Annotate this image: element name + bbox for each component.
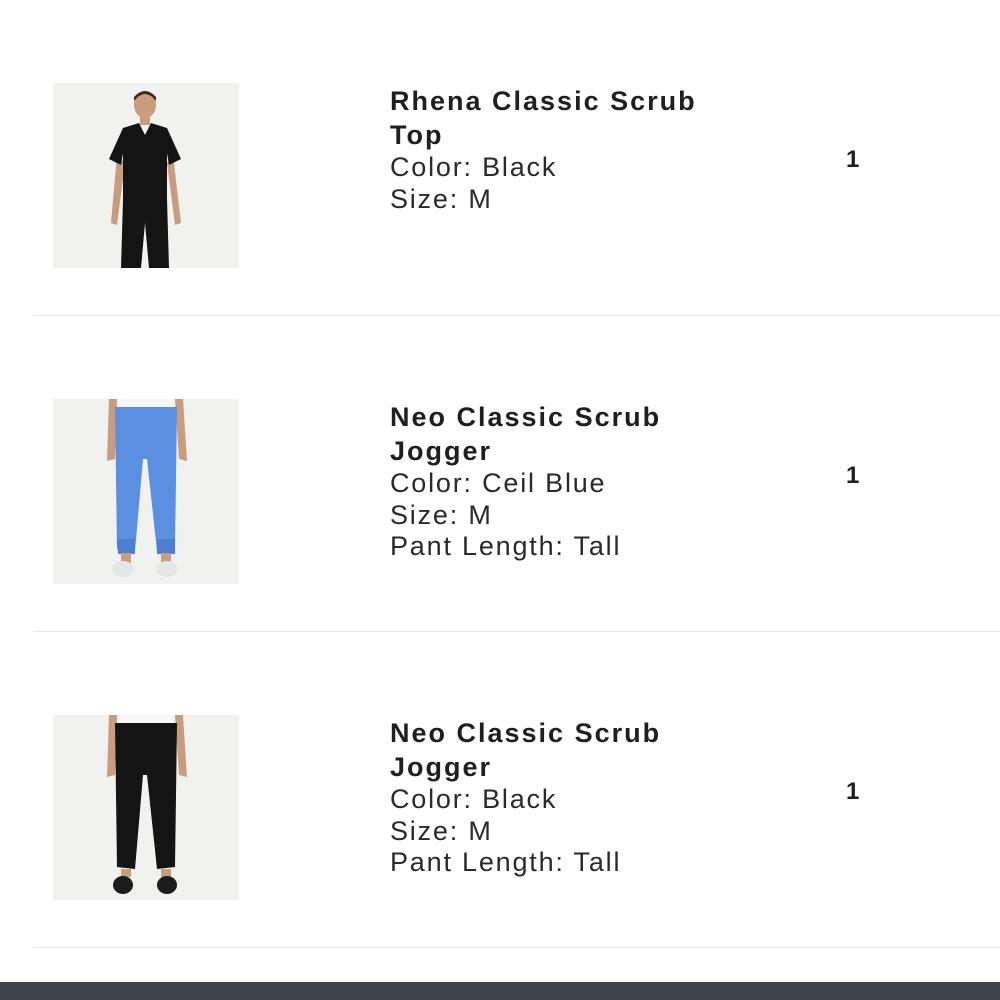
product-image-scrub-top[interactable] <box>53 83 239 268</box>
cart-line-item: Neo Classic Scrub Jogger Color: Ceil Blu… <box>0 316 1000 632</box>
product-size: Size: M <box>390 499 493 530</box>
product-pant-length: Pant Length: Tall <box>390 847 622 877</box>
product-color: Color: Black <box>390 784 558 814</box>
footer-bar <box>0 982 1000 1000</box>
product-image-jogger-black[interactable] <box>53 715 239 900</box>
product-details: Neo Classic Scrub Jogger Color: Ceil Blu… <box>390 400 790 563</box>
product-quantity: 1 <box>846 462 860 489</box>
product-color: Color: Ceil Blue <box>390 468 607 498</box>
cart-items-page: Rhena Classic Scrub Top Color: Black Siz… <box>0 0 1000 1000</box>
product-name[interactable]: Neo Classic Scrub Jogger <box>390 400 750 468</box>
jogger-blue-photo-icon <box>53 399 239 584</box>
scrub-top-photo-icon <box>53 83 239 268</box>
product-quantity: 1 <box>846 146 860 173</box>
product-details: Neo Classic Scrub Jogger Color: Black Si… <box>390 716 790 879</box>
product-color: Color: Black <box>390 152 558 182</box>
divider <box>33 947 1000 948</box>
product-name[interactable]: Rhena Classic Scrub Top <box>390 84 750 152</box>
product-quantity: 1 <box>846 778 860 805</box>
cart-line-item: Rhena Classic Scrub Top Color: Black Siz… <box>0 0 1000 316</box>
product-name[interactable]: Neo Classic Scrub Jogger <box>390 716 750 784</box>
cart-line-item: Neo Classic Scrub Jogger Color: Black Si… <box>0 632 1000 948</box>
product-image-jogger-blue[interactable] <box>53 399 239 584</box>
product-size: Size: M <box>390 815 493 846</box>
product-size: Size: M <box>390 183 493 214</box>
product-pant-length: Pant Length: Tall <box>390 531 622 561</box>
product-details: Rhena Classic Scrub Top Color: Black Siz… <box>390 84 790 215</box>
jogger-black-photo-icon <box>53 715 239 900</box>
